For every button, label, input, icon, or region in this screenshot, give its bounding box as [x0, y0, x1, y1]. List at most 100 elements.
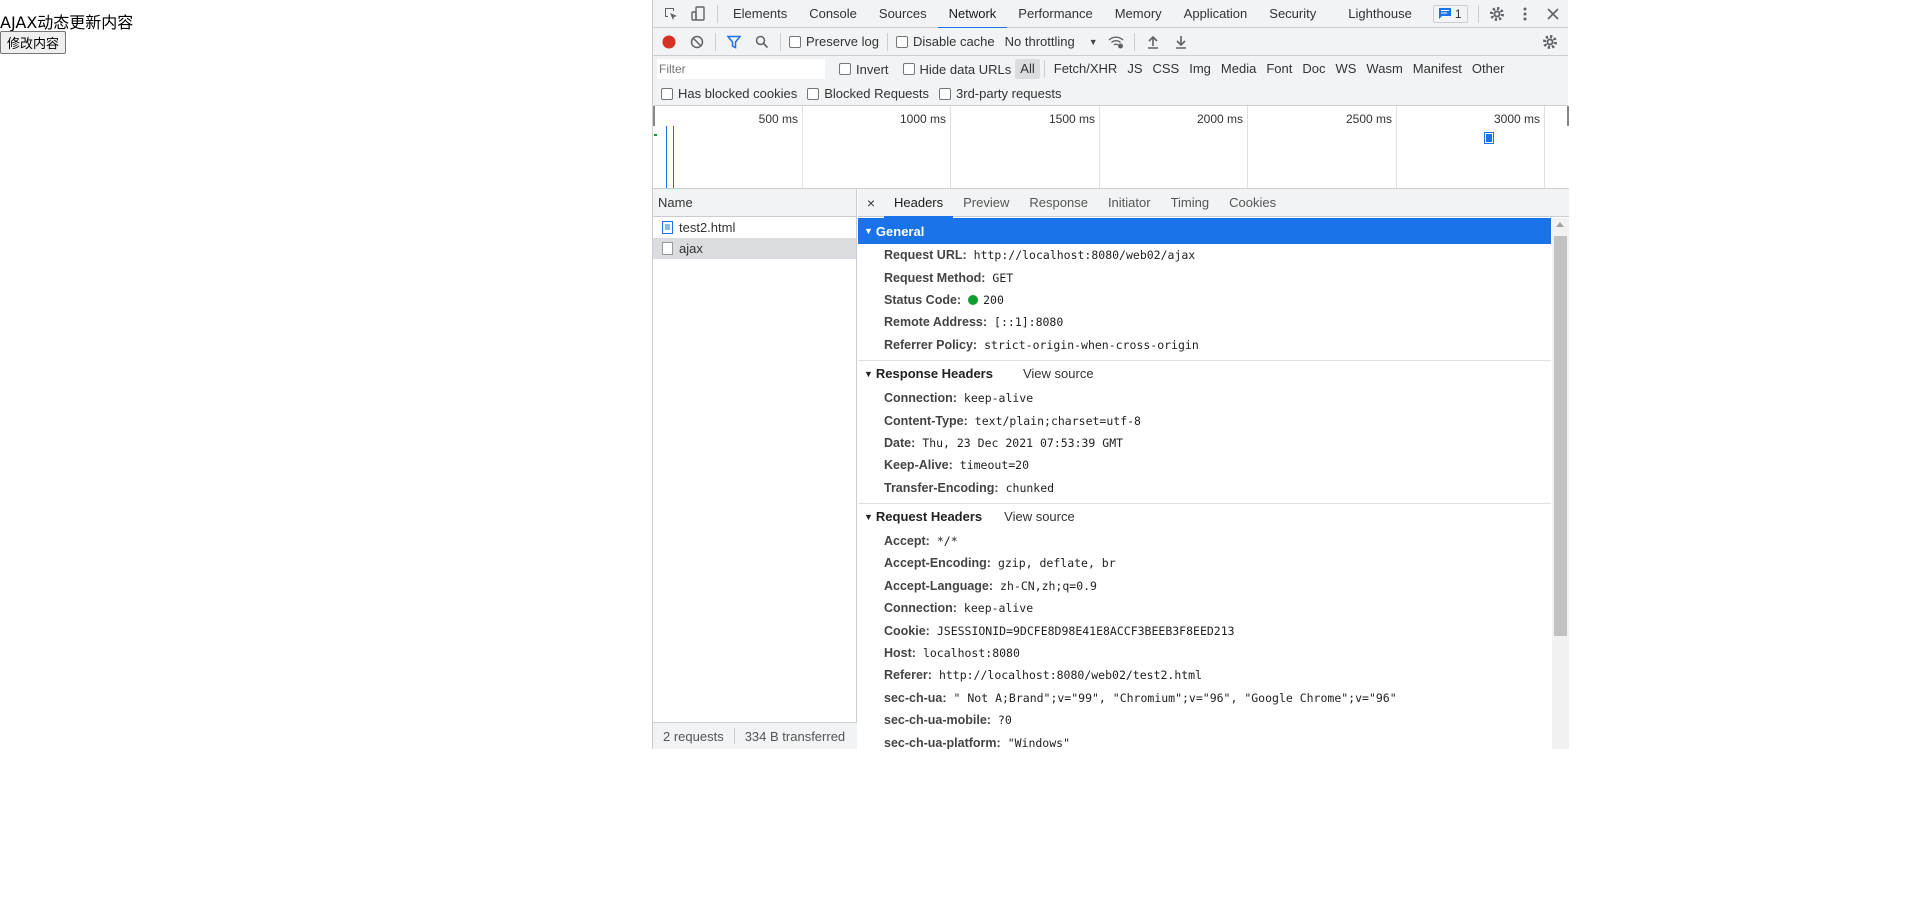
- request-row[interactable]: test2.html: [653, 217, 856, 238]
- name-column-header[interactable]: Name: [653, 189, 856, 217]
- detail-tab-response[interactable]: Response: [1019, 189, 1098, 217]
- checkbox-box[interactable]: [661, 87, 673, 100]
- load-event-marker: [673, 126, 674, 188]
- header-name: sec-ch-ua:: [884, 690, 947, 705]
- invert-checkbox[interactable]: Invert: [839, 62, 889, 77]
- timeline-tick-label: 2500 ms: [1345, 112, 1392, 126]
- third-party-requests-checkbox[interactable]: 3rd-party requests: [939, 86, 1062, 101]
- hide-data-urls-checkbox[interactable]: Hide data URLs: [902, 62, 1011, 77]
- tab-sources[interactable]: Sources: [868, 0, 938, 28]
- file-icon: [662, 242, 673, 255]
- general-section-header[interactable]: ▼ General: [858, 218, 1551, 244]
- view-source-link[interactable]: View source: [1023, 366, 1094, 381]
- filter-input[interactable]: [657, 59, 825, 79]
- more-options-icon[interactable]: [1511, 0, 1539, 28]
- export-har-icon[interactable]: [1167, 28, 1195, 56]
- header-value: */*: [936, 534, 958, 549]
- header-row: Accept: */*: [858, 530, 1551, 552]
- filter-type-wasm[interactable]: Wasm: [1361, 59, 1407, 79]
- header-row: sec-ch-ua: " Not A;Brand";v="99", "Chromi…: [858, 687, 1551, 709]
- filter-type-ws[interactable]: WS: [1330, 59, 1361, 79]
- detail-tab-initiator[interactable]: Initiator: [1098, 189, 1161, 217]
- clear-icon[interactable]: [683, 28, 711, 56]
- view-source-link[interactable]: View source: [1004, 509, 1075, 524]
- filter-icon[interactable]: [720, 28, 748, 56]
- issues-badge[interactable]: 1: [1432, 4, 1468, 23]
- tab-performance[interactable]: Performance: [1007, 0, 1103, 28]
- general-rows: Request URL: http://localhost:8080/web02/…: [858, 244, 1551, 356]
- request-header-rows: Accept: */* Accept-Encoding: gzip, deflate,…: [858, 530, 1551, 749]
- checkbox-box[interactable]: [807, 87, 820, 100]
- modify-content-button[interactable]: 修改内容: [0, 31, 67, 54]
- dom-content-loaded-marker: [666, 126, 667, 188]
- header-value: timeout=20: [959, 458, 1030, 473]
- tab-lighthouse[interactable]: Lighthouse: [1337, 0, 1423, 28]
- checkbox-box[interactable]: [789, 35, 801, 48]
- checkbox-box[interactable]: [939, 87, 952, 100]
- detail-scrollbar[interactable]: [1552, 218, 1569, 749]
- timeline-gridline: [802, 106, 803, 188]
- scrollbar-thumb[interactable]: [1554, 236, 1567, 636]
- settings-gear-icon[interactable]: [1483, 0, 1511, 28]
- response-headers-section-header[interactable]: ▼ Response Headers View source: [858, 361, 1551, 387]
- filter-type-img[interactable]: Img: [1184, 59, 1216, 79]
- header-value: Thu, 23 Dec 2021 07:53:39 GMT: [922, 435, 1124, 450]
- checkbox-box[interactable]: [839, 63, 851, 75]
- filter-type-js[interactable]: JS: [1122, 59, 1147, 79]
- tab-memory[interactable]: Memory: [1104, 0, 1173, 28]
- timeline-tick-label: 1500 ms: [1048, 112, 1095, 126]
- header-value: ?0: [997, 713, 1012, 728]
- header-value: chunked: [1005, 480, 1055, 495]
- header-name: Accept-Language:: [884, 578, 994, 593]
- network-conditions-icon[interactable]: [1102, 28, 1130, 56]
- preserve-log-checkbox[interactable]: Preserve log: [789, 34, 879, 49]
- tab-elements[interactable]: Elements: [722, 0, 798, 28]
- tab-console[interactable]: Console: [798, 0, 868, 28]
- scroll-up-arrow-icon[interactable]: [1556, 222, 1564, 227]
- timeline-overview[interactable]: 500 ms 1000 ms 1500 ms 2000 ms 2500 ms 3000 m…: [653, 106, 1569, 189]
- timeline-left-handle[interactable]: [653, 106, 655, 126]
- resource-type-filters: All Fetch/XHR JS CSS Img Media Font Doc WS Wasm Ma…: [1015, 59, 1509, 79]
- search-icon[interactable]: [748, 28, 776, 56]
- close-devtools-icon[interactable]: [1539, 0, 1567, 28]
- header-row: Accept-Encoding: gzip, deflate, br: [858, 552, 1551, 574]
- has-blocked-cookies-checkbox[interactable]: Has blocked cookies: [661, 86, 797, 101]
- request-row[interactable]: ajax: [653, 238, 856, 259]
- filter-type-doc[interactable]: Doc: [1297, 59, 1330, 79]
- close-detail-icon[interactable]: ×: [858, 195, 884, 211]
- import-har-icon[interactable]: [1139, 28, 1167, 56]
- disable-cache-label: Disable cache: [912, 34, 995, 49]
- filter-type-other[interactable]: Other: [1467, 59, 1510, 79]
- document-file-icon: [662, 221, 673, 234]
- filter-type-fetch-xhr[interactable]: Fetch/XHR: [1049, 59, 1123, 79]
- checkbox-box[interactable]: [902, 63, 915, 75]
- filter-type-font[interactable]: Font: [1261, 59, 1297, 79]
- request-headers-section-header[interactable]: ▼ Request Headers View source: [858, 504, 1551, 530]
- record-icon[interactable]: [655, 28, 683, 56]
- filter-type-all[interactable]: All: [1015, 59, 1040, 79]
- expand-triangle-icon: ▼: [864, 511, 873, 522]
- timeline-tick-label: 1000 ms: [899, 112, 946, 126]
- filter-type-media[interactable]: Media: [1216, 59, 1261, 79]
- inspect-element-icon[interactable]: [657, 0, 685, 28]
- request-name: ajax: [679, 241, 703, 256]
- tab-security[interactable]: Security: [1258, 0, 1327, 28]
- tab-network[interactable]: Network: [937, 0, 1008, 29]
- detail-tab-headers[interactable]: Headers: [884, 189, 954, 218]
- header-name: Request URL:: [884, 248, 967, 263]
- disable-cache-checkbox[interactable]: Disable cache: [895, 34, 995, 49]
- header-name: Remote Address:: [884, 315, 988, 330]
- checkbox-box[interactable]: [895, 35, 908, 48]
- detail-tab-preview[interactable]: Preview: [953, 189, 1019, 217]
- filter-type-manifest[interactable]: Manifest: [1408, 59, 1467, 79]
- device-toolbar-icon[interactable]: [685, 0, 713, 28]
- detail-tab-cookies[interactable]: Cookies: [1219, 189, 1286, 217]
- timeline-right-handle[interactable]: [1567, 106, 1569, 126]
- network-settings-gear-icon[interactable]: [1536, 28, 1564, 56]
- header-value: [::1]:8080: [994, 315, 1064, 330]
- tab-application[interactable]: Application: [1173, 0, 1259, 28]
- detail-tab-timing[interactable]: Timing: [1161, 189, 1220, 217]
- filter-type-css[interactable]: CSS: [1148, 59, 1185, 79]
- throttling-select[interactable]: No throttling ▼: [1005, 34, 1098, 49]
- blocked-requests-checkbox[interactable]: Blocked Requests: [807, 86, 929, 101]
